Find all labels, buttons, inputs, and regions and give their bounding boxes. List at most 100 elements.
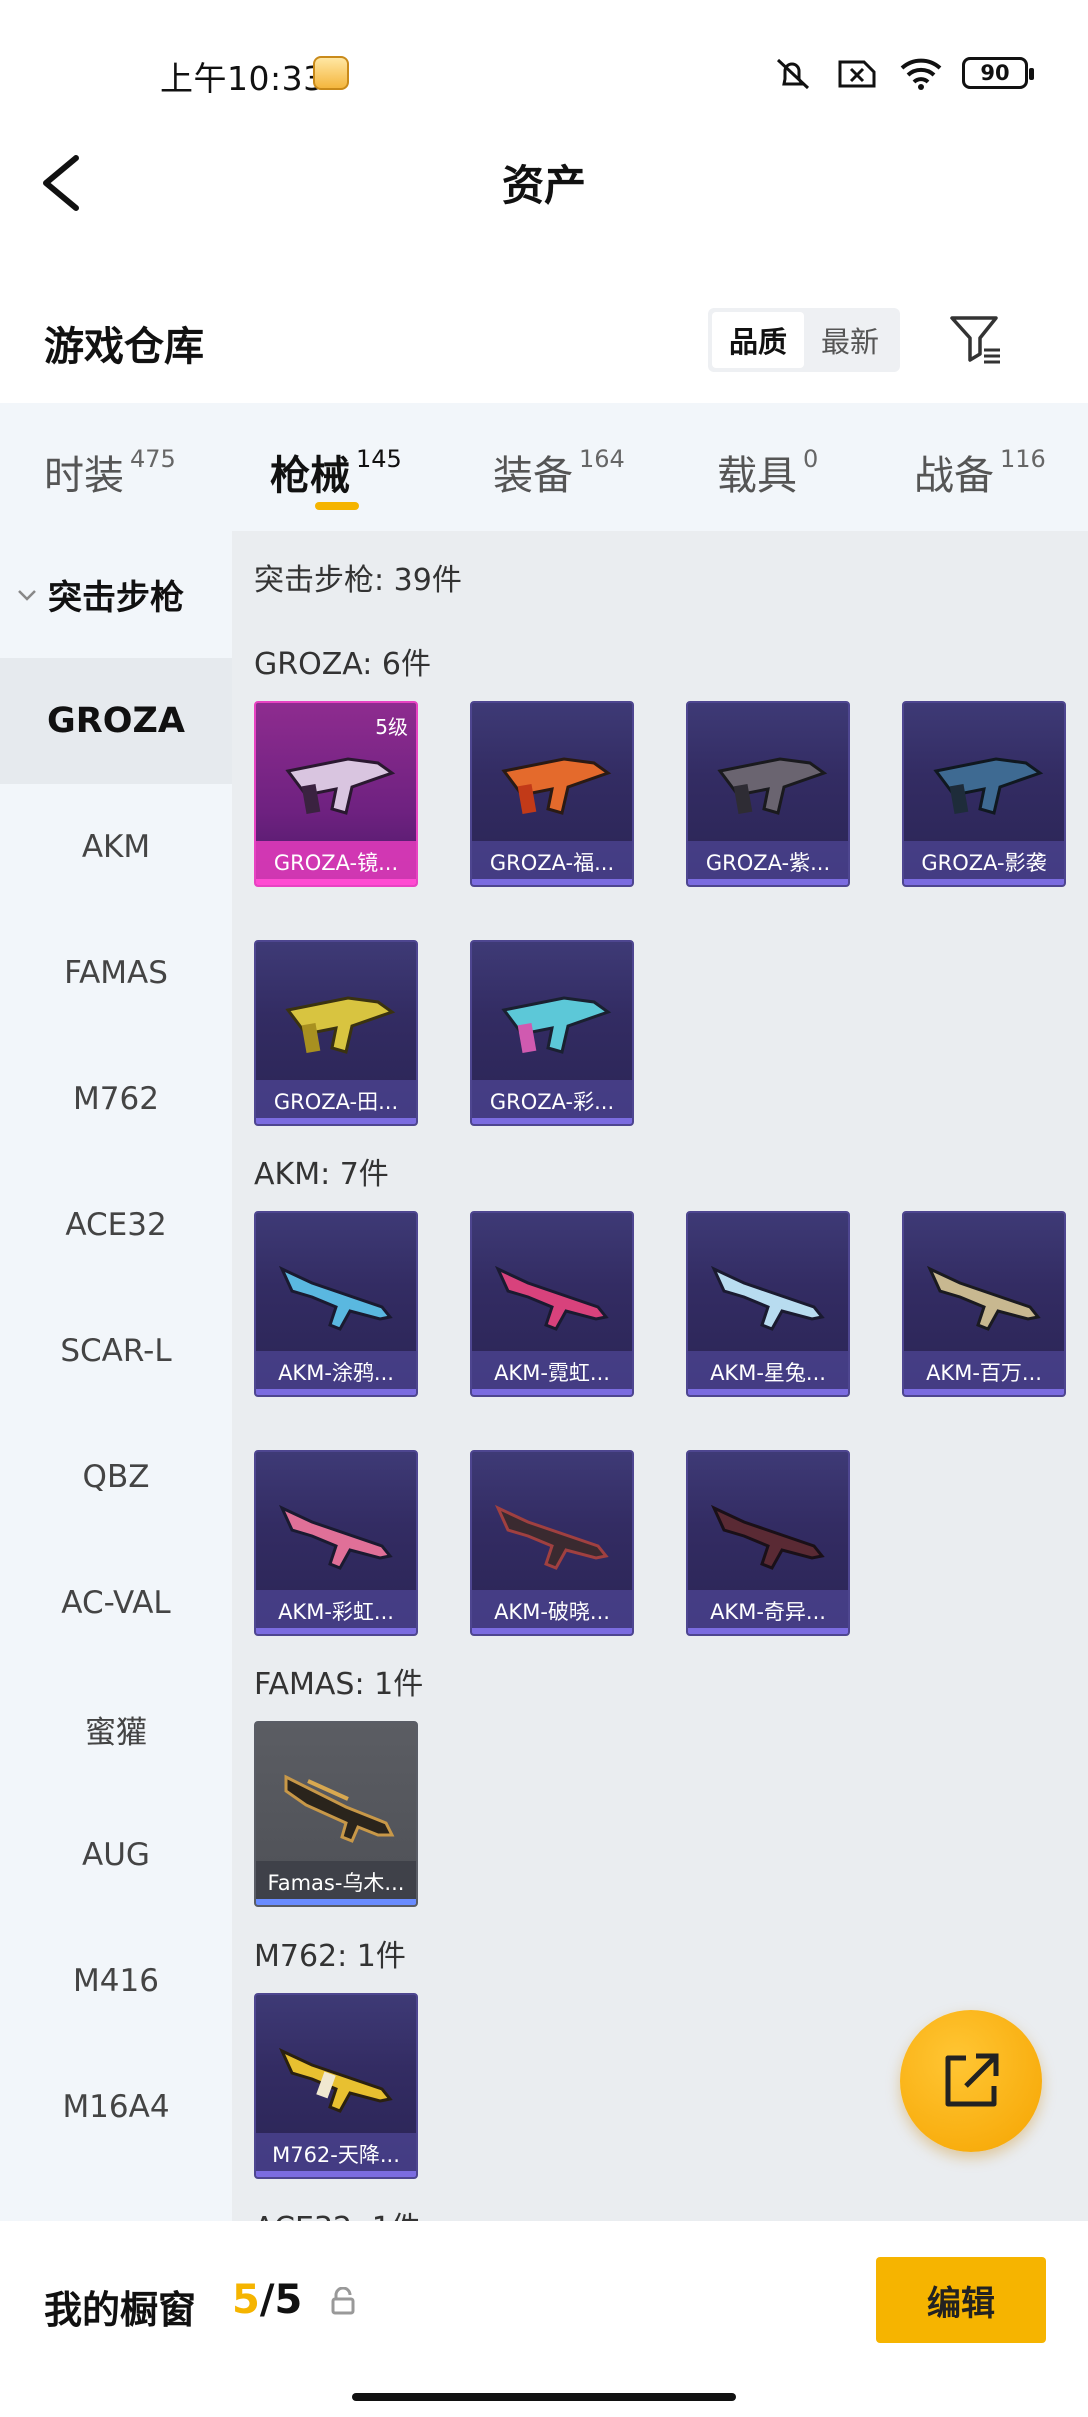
sidebar-group-label: 突击步枪 bbox=[48, 578, 184, 618]
mute-icon bbox=[776, 58, 810, 90]
lock-icon bbox=[331, 2287, 355, 2315]
card-name: GROZA-紫... bbox=[705, 851, 831, 875]
tab-fashion[interactable]: 时装 475 bbox=[44, 443, 176, 501]
weapon-card[interactable]: Famas-乌木... bbox=[254, 1721, 418, 1907]
sidebar-item-aug[interactable]: AUG bbox=[0, 1792, 232, 1918]
warehouse-bar: 游戏仓库 品质 最新 bbox=[0, 290, 1088, 390]
card-name: GROZA-彩... bbox=[489, 1090, 615, 1114]
sidebar-item-m16a4[interactable]: M16A4 bbox=[0, 2044, 232, 2170]
active-tab-indicator bbox=[315, 502, 359, 510]
rarity-bar bbox=[256, 2171, 416, 2177]
rarity-bar bbox=[688, 879, 848, 885]
tab-count: 0 bbox=[803, 445, 819, 473]
share-external-icon bbox=[945, 2053, 999, 2107]
tab-vehicles[interactable]: 载具 0 bbox=[717, 443, 818, 501]
sidebar-item-groza[interactable]: GROZA bbox=[0, 658, 232, 784]
weapon-card[interactable]: AKM-破晓... bbox=[470, 1450, 634, 1636]
status-time: 上午10:33 bbox=[160, 59, 325, 98]
akm-skin-icon bbox=[926, 1265, 1041, 1331]
section-title: M762: 1件 bbox=[254, 1939, 406, 1974]
rarity-bar bbox=[472, 1118, 632, 1124]
rarity-bar bbox=[472, 1628, 632, 1634]
rarity-bar bbox=[256, 1628, 416, 1634]
card-name: AKM-星兔... bbox=[710, 1361, 826, 1385]
tab-label: 载具 bbox=[717, 453, 797, 499]
warehouse-title: 游戏仓库 bbox=[44, 324, 204, 370]
section-title: FAMAS: 1件 bbox=[254, 1667, 424, 1702]
rarity-bar bbox=[256, 879, 416, 885]
weapon-card[interactable]: M762-天降... bbox=[254, 1993, 418, 2179]
weapon-card[interactable]: GROZA-彩... bbox=[470, 940, 634, 1126]
weapon-card[interactable]: AKM-涂鸦... bbox=[254, 1211, 418, 1397]
wifi-icon bbox=[900, 58, 942, 90]
sidebar-item-ac-val[interactable]: AC-VAL bbox=[0, 1540, 232, 1666]
sidebar-item-qbz[interactable]: QBZ bbox=[0, 1414, 232, 1540]
sidebar-item-scar-l[interactable]: SCAR-L bbox=[0, 1288, 232, 1414]
weapon-card[interactable]: GROZA-田... bbox=[254, 940, 418, 1126]
sort-toggle: 品质 最新 bbox=[708, 308, 900, 372]
sidebar-item-ace32[interactable]: ACE32 bbox=[0, 1162, 232, 1288]
tab-count: 145 bbox=[356, 445, 402, 473]
card-name: AKM-涂鸦... bbox=[278, 1361, 394, 1385]
rarity-bar bbox=[256, 1118, 416, 1124]
akm-skin-icon bbox=[710, 1265, 825, 1331]
showcase-count: 5/5 bbox=[232, 2277, 302, 2323]
showcase-label: 我的橱窗 bbox=[44, 2288, 197, 2332]
share-fab[interactable] bbox=[900, 2010, 1042, 2152]
section-title: ACE32: 1件 bbox=[254, 2203, 421, 2221]
weapon-card[interactable]: AKM-星兔... bbox=[686, 1211, 850, 1397]
filter-icon[interactable] bbox=[946, 310, 1006, 370]
weapon-card[interactable]: AKM-奇异... bbox=[686, 1450, 850, 1636]
rarity-bar bbox=[904, 879, 1064, 885]
tab-count: 475 bbox=[130, 445, 176, 473]
sort-newest-button[interactable]: 最新 bbox=[804, 312, 896, 368]
weapon-card[interactable]: AKM-彩虹... bbox=[254, 1450, 418, 1636]
edit-button[interactable]: 编辑 bbox=[876, 2257, 1046, 2343]
akm-skin-icon bbox=[494, 1265, 609, 1331]
sidebar-item-m762[interactable]: M762 bbox=[0, 1036, 232, 1162]
sidebar-item-m416[interactable]: M416 bbox=[0, 1918, 232, 2044]
weapon-card[interactable]: GROZA-福... bbox=[470, 701, 634, 887]
tab-label: 战备 bbox=[914, 453, 994, 499]
sidebar-item-akm[interactable]: AKM bbox=[0, 784, 232, 910]
card-name: AKM-霓虹... bbox=[494, 1361, 610, 1385]
tab-equipment[interactable]: 装备 164 bbox=[493, 443, 625, 501]
weapon-card[interactable]: AKM-百万... bbox=[902, 1211, 1066, 1397]
section-title: GROZA: 6件 bbox=[254, 647, 431, 682]
groza-skin-icon bbox=[501, 757, 612, 815]
card-name: M762-天降... bbox=[272, 2143, 400, 2167]
tab-gear[interactable]: 战备 116 bbox=[914, 443, 1046, 501]
sidebar-item-famas[interactable]: FAMAS bbox=[0, 910, 232, 1036]
sidebar-item-honey-badger[interactable]: 蜜獾 bbox=[0, 1666, 232, 1792]
weapon-grid: 突击步枪: 39件 GROZA: 6件 5级 GROZA-镜... GROZA-… bbox=[232, 531, 1088, 2221]
akm-skin-icon bbox=[494, 1504, 609, 1570]
status-bar: 上午10:33 90 bbox=[0, 0, 1088, 140]
rarity-bar bbox=[472, 1389, 632, 1395]
tab-count: 116 bbox=[1000, 445, 1046, 473]
weapon-card[interactable]: AKM-霓虹... bbox=[470, 1211, 634, 1397]
sort-quality-button[interactable]: 品质 bbox=[712, 312, 804, 368]
rarity-bar bbox=[472, 879, 632, 885]
tab-label: 枪械 bbox=[270, 453, 350, 499]
weapon-card[interactable]: GROZA-影袭 bbox=[902, 701, 1066, 887]
groza-skin-icon bbox=[285, 996, 396, 1054]
weapon-card[interactable]: GROZA-紫... bbox=[686, 701, 850, 887]
akm-skin-icon bbox=[278, 1504, 393, 1570]
showcase-total: /5 bbox=[259, 2277, 303, 2323]
m762-skin-icon bbox=[278, 2047, 393, 2113]
rarity-bar bbox=[904, 1389, 1064, 1395]
tab-guns[interactable]: 枪械 145 bbox=[270, 443, 402, 501]
card-name: AKM-百万... bbox=[926, 1361, 1042, 1385]
famas-skin-icon bbox=[284, 1774, 395, 1843]
groza-skin-icon bbox=[501, 996, 612, 1054]
sidebar-group-assault-rifles[interactable]: 突击步枪 bbox=[0, 531, 232, 658]
chevron-down-icon bbox=[18, 589, 36, 601]
akm-skin-icon bbox=[278, 1265, 393, 1331]
card-name: GROZA-镜... bbox=[273, 851, 399, 875]
card-name: AKM-破晓... bbox=[494, 1600, 610, 1624]
weapon-card[interactable]: 5级 GROZA-镜... bbox=[254, 701, 418, 887]
category-total: 突击步枪: 39件 bbox=[254, 563, 462, 598]
status-icons: 90 bbox=[770, 54, 1034, 92]
assets-page: 上午10:33 90 资产 游戏仓库 品质 最新 时装 475 枪械 145 装… bbox=[0, 0, 1088, 2417]
tab-label: 装备 bbox=[493, 453, 573, 499]
